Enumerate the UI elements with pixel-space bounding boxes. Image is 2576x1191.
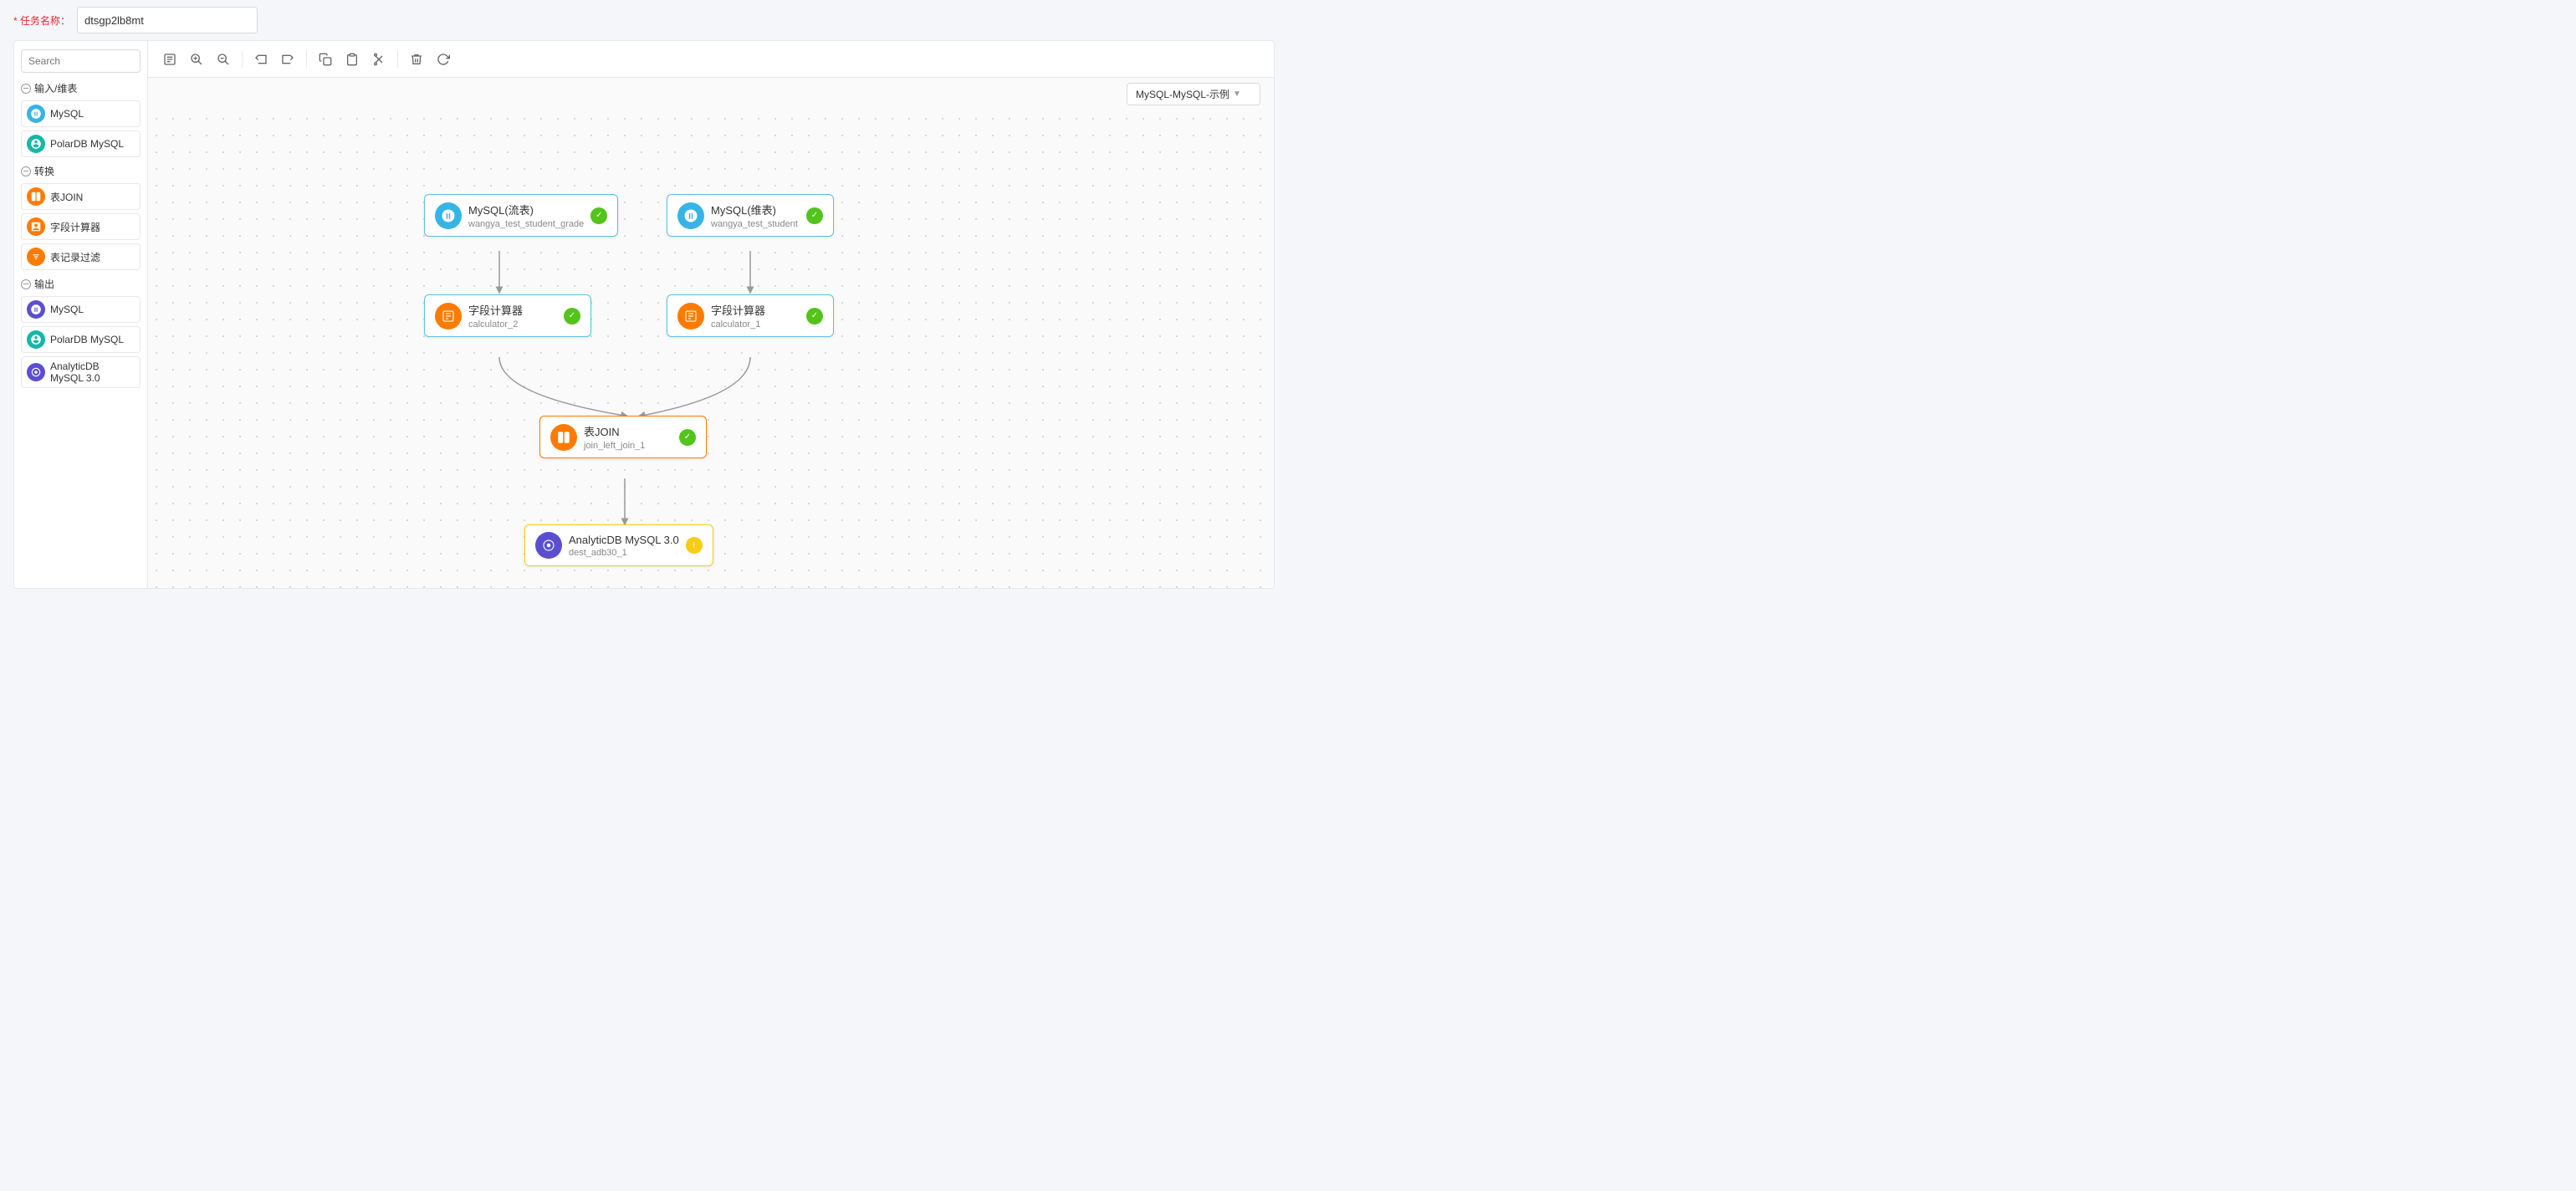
separator-1 — [242, 51, 243, 68]
node-title-mysql-dim: MySQL(维表) — [711, 202, 800, 217]
node-icon-analyticdb — [535, 532, 562, 559]
main-area: 输入/维表 MySQL PolarDB MySQL — [13, 40, 1275, 589]
analyticdb-out-icon — [27, 363, 45, 381]
canvas-top-bar: MySQL-MySQL-示例 ▼ — [148, 78, 1274, 110]
sidebar-item-label-join: 表JOIN — [50, 190, 83, 204]
status-badge-calc1: ✓ — [806, 308, 823, 325]
search-input[interactable] — [21, 49, 141, 73]
sidebar-item-mysql-stream[interactable]: MySQL — [21, 100, 141, 127]
node-content-mysql-stream: MySQL(流表) wangya_test_student_grade — [468, 202, 584, 229]
separator-3 — [397, 51, 398, 68]
node-icon-mysql-stream — [435, 202, 462, 229]
separator-2 — [306, 51, 307, 68]
node-content-analyticdb: AnalyticDB MySQL 3.0 dest_adb30_1 — [569, 534, 679, 558]
node-title-calc1: 字段计算器 — [711, 302, 800, 318]
sidebar-item-label-analyticdb-out: AnalyticDB MySQL 3.0 — [50, 360, 135, 384]
sidebar-item-record-filter[interactable]: 表记录过滤 — [21, 243, 141, 270]
node-content-calc1: 字段计算器 calculator_1 — [711, 302, 800, 330]
node-title-calc2: 字段计算器 — [468, 302, 557, 318]
sidebar-item-polardb-out[interactable]: PolarDB MySQL — [21, 326, 141, 353]
node-mysql-dim[interactable]: MySQL(维表) wangya_test_student ✓ — [667, 194, 834, 237]
status-badge-analyticdb: ! — [686, 537, 703, 554]
node-title-analyticdb: AnalyticDB MySQL 3.0 — [569, 534, 679, 546]
chevron-down-icon: ▼ — [1233, 89, 1241, 99]
undo-button[interactable] — [249, 48, 273, 71]
calc-icon — [27, 217, 45, 236]
flow-arrows — [148, 110, 1274, 588]
filter-icon — [27, 248, 45, 266]
join-icon — [27, 187, 45, 206]
mysql-out-icon — [27, 300, 45, 319]
section-header-transform[interactable]: 转换 — [21, 164, 141, 178]
node-subtitle-calc2: calculator_2 — [468, 319, 557, 330]
collapse-transform-icon — [21, 166, 31, 176]
polardb-out-icon — [27, 330, 45, 349]
toolbar — [148, 41, 1274, 78]
sidebar-item-table-join[interactable]: 表JOIN — [21, 183, 141, 210]
format-button[interactable] — [158, 48, 181, 71]
node-subtitle-mysql-stream: wangya_test_student_grade — [468, 219, 584, 229]
node-content-join: 表JOIN join_left_join_1 — [584, 423, 672, 451]
copy-button[interactable] — [314, 48, 337, 71]
status-badge-mysql-dim: ✓ — [806, 207, 823, 224]
sidebar-item-analyticdb-out[interactable]: AnalyticDB MySQL 3.0 — [21, 356, 141, 388]
sidebar-item-label-polardb: PolarDB MySQL — [50, 138, 124, 150]
sidebar-item-field-calc[interactable]: 字段计算器 — [21, 213, 141, 240]
node-title-mysql-stream: MySQL(流表) — [468, 202, 584, 217]
section-label-transform: 转换 — [34, 164, 54, 178]
node-calc2[interactable]: 字段计算器 calculator_2 ✓ — [424, 294, 591, 337]
section-header-output[interactable]: 输出 — [21, 277, 141, 291]
redo-button[interactable] — [276, 48, 299, 71]
task-name-label: * 任务名称： — [13, 13, 70, 28]
node-icon-calc2 — [435, 303, 462, 330]
sidebar: 输入/维表 MySQL PolarDB MySQL — [14, 41, 148, 588]
zoom-out-button[interactable] — [212, 48, 235, 71]
status-badge-calc2: ✓ — [564, 308, 580, 325]
status-badge-mysql-stream: ✓ — [590, 207, 607, 224]
node-icon-mysql-dim — [677, 202, 704, 229]
refresh-button[interactable] — [432, 48, 455, 71]
node-join[interactable]: 表JOIN join_left_join_1 ✓ — [539, 416, 707, 458]
canvas-wrapper: MySQL-MySQL-示例 ▼ — [148, 41, 1274, 588]
node-subtitle-calc1: calculator_1 — [711, 319, 800, 330]
sidebar-item-label-mysql-out: MySQL — [50, 304, 84, 315]
node-title-join: 表JOIN — [584, 423, 672, 439]
node-icon-calc1 — [677, 303, 704, 330]
paste-button[interactable] — [340, 48, 364, 71]
node-subtitle-join: join_left_join_1 — [584, 441, 672, 451]
canvas-area[interactable]: MySQL(流表) wangya_test_student_grade ✓ My… — [148, 110, 1274, 588]
node-icon-join — [550, 424, 577, 451]
sidebar-item-polardb[interactable]: PolarDB MySQL — [21, 130, 141, 157]
sidebar-item-label-mysql-stream: MySQL — [50, 108, 84, 120]
instance-select[interactable]: MySQL-MySQL-示例 ▼ — [1127, 83, 1260, 105]
section-label-output: 输出 — [34, 277, 54, 291]
node-analyticdb[interactable]: AnalyticDB MySQL 3.0 dest_adb30_1 ! — [524, 524, 713, 566]
delete-button[interactable] — [405, 48, 428, 71]
polardb-icon — [27, 135, 45, 153]
section-header-input[interactable]: 输入/维表 — [21, 81, 141, 95]
node-subtitle-mysql-dim: wangya_test_student — [711, 219, 800, 229]
node-mysql-stream[interactable]: MySQL(流表) wangya_test_student_grade ✓ — [424, 194, 618, 237]
node-subtitle-analyticdb: dest_adb30_1 — [569, 548, 679, 558]
status-badge-join: ✓ — [679, 429, 696, 446]
sidebar-item-label-filter: 表记录过滤 — [50, 250, 100, 264]
sidebar-item-label-polardb-out: PolarDB MySQL — [50, 334, 124, 345]
collapse-output-icon — [21, 279, 31, 289]
instance-select-value: MySQL-MySQL-示例 — [1136, 87, 1229, 101]
collapse-input-icon — [21, 84, 31, 94]
zoom-in-button[interactable] — [185, 48, 208, 71]
sidebar-item-label-calc: 字段计算器 — [50, 220, 100, 234]
sidebar-item-mysql-out[interactable]: MySQL — [21, 296, 141, 323]
node-content-calc2: 字段计算器 calculator_2 — [468, 302, 557, 330]
mysql-stream-icon — [27, 105, 45, 123]
node-calc1[interactable]: 字段计算器 calculator_1 ✓ — [667, 294, 834, 337]
node-content-mysql-dim: MySQL(维表) wangya_test_student — [711, 202, 800, 229]
task-name-input[interactable] — [77, 7, 258, 33]
cut-button[interactable] — [367, 48, 391, 71]
section-label-input: 输入/维表 — [34, 81, 77, 95]
